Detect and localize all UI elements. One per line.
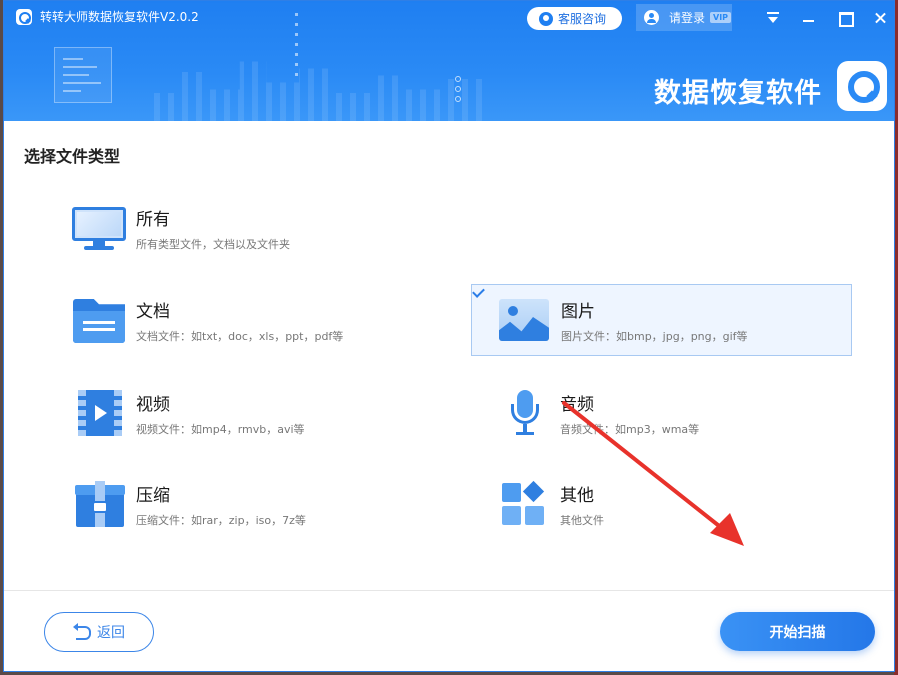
vip-badge: VIP <box>710 12 732 23</box>
file-type-desc: 音频文件：如mp3，wma等 <box>560 423 700 436</box>
file-type-name: 图片 <box>561 302 595 322</box>
app-window: 转转大师数据恢复软件V2.0.2 客服咨询 请登录 VIP 数据恢复软件 选择文… <box>3 0 895 672</box>
file-type-desc: 视频文件：如mp4，rmvb，avi等 <box>136 423 305 436</box>
file-type-desc: 文档文件：如txt，doc，xls，ppt，pdf等 <box>136 330 344 343</box>
file-type-all[interactable]: 所有 所有类型文件，文档以及文件夹 <box>64 197 384 261</box>
file-type-name: 其他 <box>560 486 594 506</box>
microphone-icon <box>507 390 543 436</box>
login-button[interactable]: 请登录 VIP <box>636 4 732 31</box>
section-title: 选择文件类型 <box>24 147 121 166</box>
file-type-name: 压缩 <box>136 486 170 506</box>
chat-bubble-icon <box>539 11 553 26</box>
footer-divider <box>4 590 894 591</box>
archive-icon <box>75 481 125 527</box>
user-icon <box>644 10 659 25</box>
customer-service-label: 客服咨询 <box>558 12 607 26</box>
header-decoration-rings <box>455 76 461 106</box>
brand-text: 数据恢复软件 <box>654 78 822 109</box>
file-type-documents[interactable]: 文档 文档文件：如txt，doc，xls，ppt，pdf等 <box>64 289 404 353</box>
file-type-images[interactable]: 图片 图片文件：如bmp，jpg，png，gif等 <box>471 284 852 356</box>
image-icon <box>499 299 549 341</box>
start-scan-button[interactable]: 开始扫描 <box>720 612 875 651</box>
file-type-name: 视频 <box>136 395 170 415</box>
brand-logo-icon <box>837 61 887 111</box>
maximize-button[interactable] <box>830 4 860 31</box>
back-label: 返回 <box>97 625 125 641</box>
file-type-video[interactable]: 视频 视频文件：如mp4，rmvb，avi等 <box>64 382 384 446</box>
file-type-audio[interactable]: 音频 音频文件：如mp3，wma等 <box>489 382 809 446</box>
close-button[interactable] <box>866 4 894 31</box>
folder-icon <box>73 299 125 343</box>
header-decoration-dots <box>295 13 298 83</box>
grid-icon <box>502 480 546 527</box>
header-decoration-panel <box>54 47 112 103</box>
file-type-desc: 其他文件 <box>560 514 604 527</box>
file-type-archive[interactable]: 压缩 压缩文件：如rar，zip，iso，7z等 <box>64 473 384 537</box>
login-label: 请登录 <box>669 11 706 25</box>
header-decoration <box>154 61 484 121</box>
check-icon[interactable] <box>472 285 486 299</box>
app-logo-icon <box>16 9 32 25</box>
file-type-desc: 所有类型文件，文档以及文件夹 <box>136 238 290 251</box>
file-type-other[interactable]: 其他 其他文件 <box>489 473 809 537</box>
file-type-name: 文档 <box>136 302 170 322</box>
window-title: 转转大师数据恢复软件V2.0.2 <box>40 10 199 24</box>
file-type-name: 所有 <box>136 210 170 230</box>
minimize-button[interactable] <box>794 4 824 31</box>
monitor-icon <box>72 207 126 251</box>
back-button[interactable]: 返回 <box>44 612 154 652</box>
return-arrow-icon <box>73 623 91 640</box>
file-type-name: 音频 <box>560 395 594 415</box>
video-icon <box>78 390 122 436</box>
title-bar: 转转大师数据恢复软件V2.0.2 客服咨询 请登录 VIP 数据恢复软件 <box>4 1 894 121</box>
customer-service-button[interactable]: 客服咨询 <box>527 7 622 30</box>
file-type-desc: 图片文件：如bmp，jpg，png，gif等 <box>561 330 748 343</box>
menu-dropdown-icon[interactable] <box>758 4 788 31</box>
start-scan-label: 开始扫描 <box>769 624 826 641</box>
file-type-desc: 压缩文件：如rar，zip，iso，7z等 <box>136 514 306 527</box>
